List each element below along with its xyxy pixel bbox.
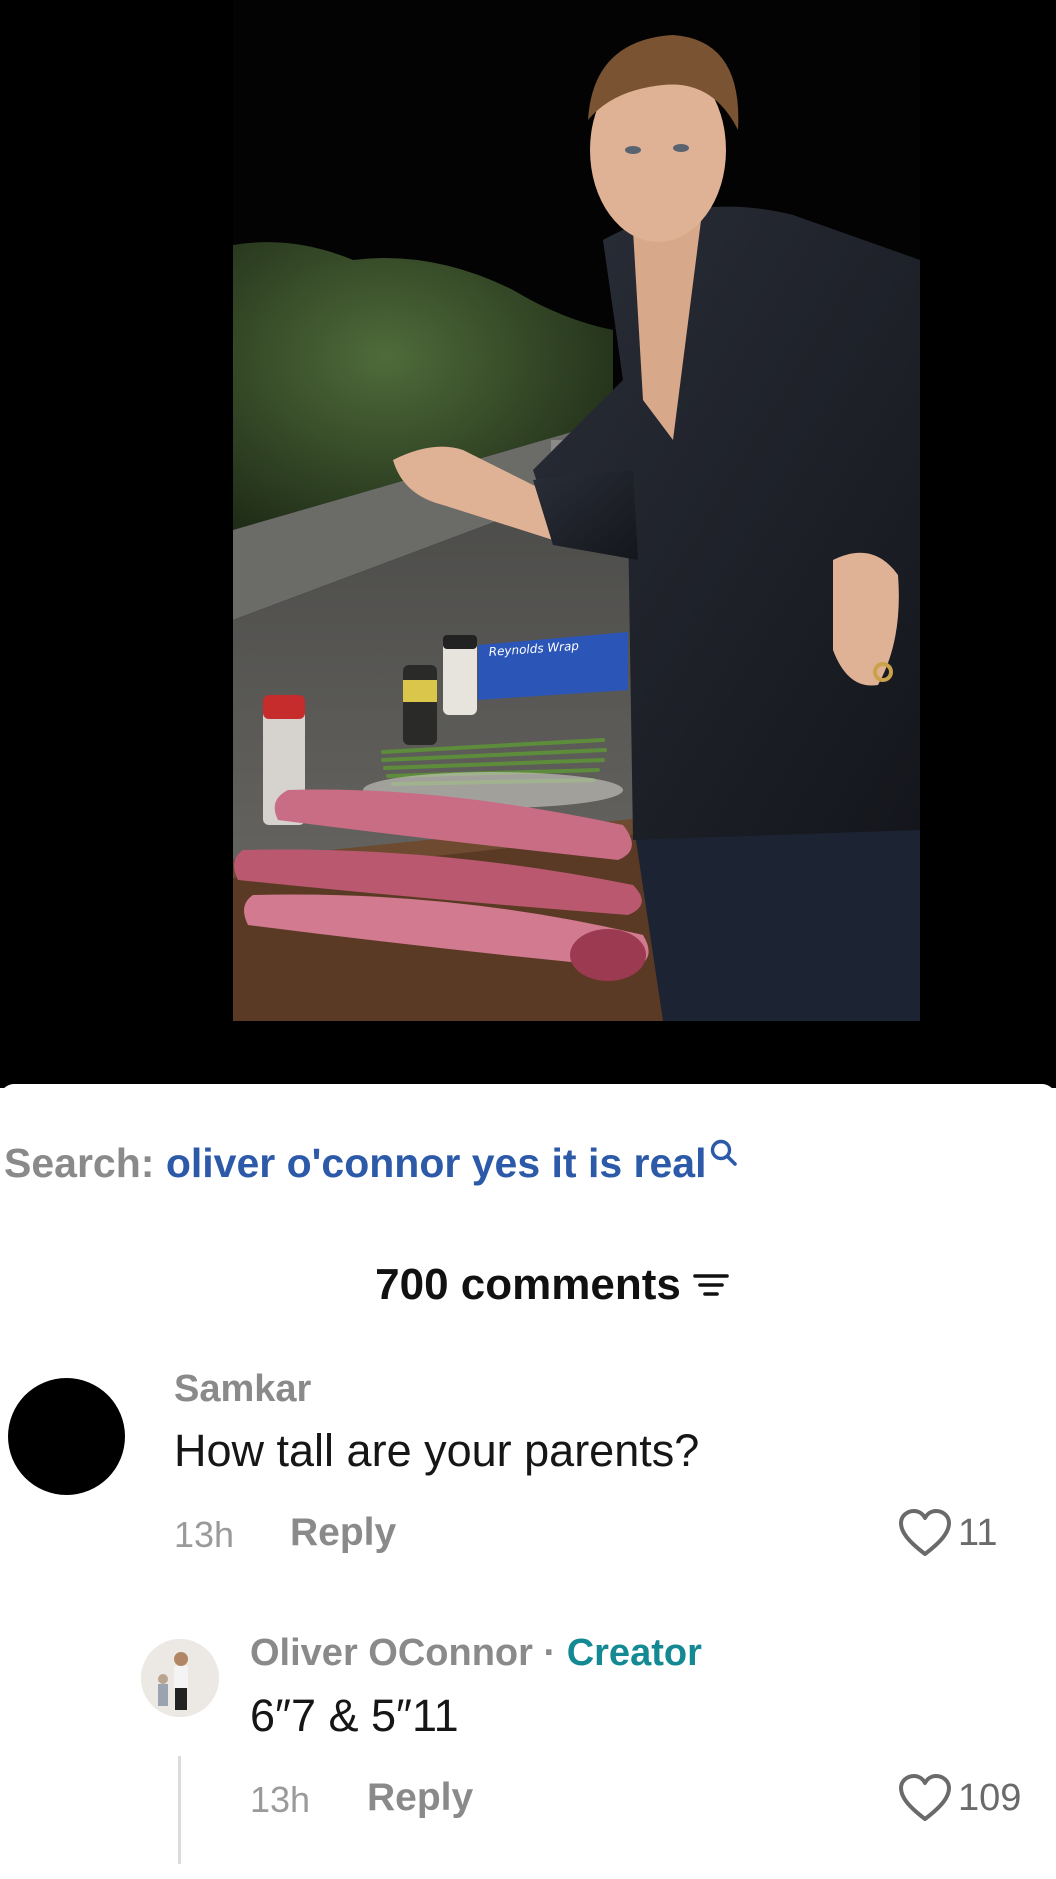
creator-badge: Creator — [566, 1632, 702, 1674]
like-count: 109 — [958, 1776, 1022, 1819]
reply-button[interactable]: Reply — [367, 1776, 473, 1820]
filter-sort-icon[interactable] — [691, 1265, 731, 1305]
heart-icon — [899, 1509, 951, 1556]
comments-count: 700 comments — [375, 1260, 681, 1309]
thread-line — [178, 1756, 181, 1864]
avatar[interactable] — [8, 1378, 125, 1495]
like-count: 11 — [958, 1511, 998, 1554]
avatar-photo — [141, 1639, 219, 1717]
comments-header: 700 comments — [0, 1260, 1056, 1310]
reply-button[interactable]: Reply — [290, 1511, 396, 1555]
search-icon[interactable] — [709, 1138, 739, 1168]
username-separator: · — [543, 1632, 557, 1674]
like-button[interactable]: 109 — [898, 1773, 1021, 1823]
video-player[interactable]: Reynolds Wrap — [0, 0, 1056, 1088]
reply-timestamp: 13h — [250, 1779, 311, 1820]
comment-username[interactable]: Samkar — [174, 1368, 311, 1411]
search-query-link[interactable]: oliver o'connor yes it is real — [166, 1140, 707, 1186]
avatar[interactable] — [141, 1639, 219, 1717]
reply-username[interactable]: Oliver OConnor — [250, 1632, 533, 1674]
comments-sheet — [0, 1084, 1056, 1879]
like-button[interactable]: 11 — [898, 1508, 997, 1558]
heart-icon — [899, 1774, 951, 1821]
reply-text: 6″7 & 5″11 — [250, 1690, 459, 1741]
search-prefix: Search: — [4, 1140, 155, 1186]
video-frame: Reynolds Wrap — [233, 0, 920, 1021]
video-still-image: Reynolds Wrap — [233, 0, 920, 1021]
search-suggestion[interactable]: Search: oliver o'connor yes it is real — [4, 1138, 739, 1187]
reply-username-row: Oliver OConnor · Creator — [250, 1632, 702, 1675]
comment-text: How tall are your parents? — [174, 1425, 700, 1476]
comment-timestamp: 13h — [174, 1514, 235, 1555]
